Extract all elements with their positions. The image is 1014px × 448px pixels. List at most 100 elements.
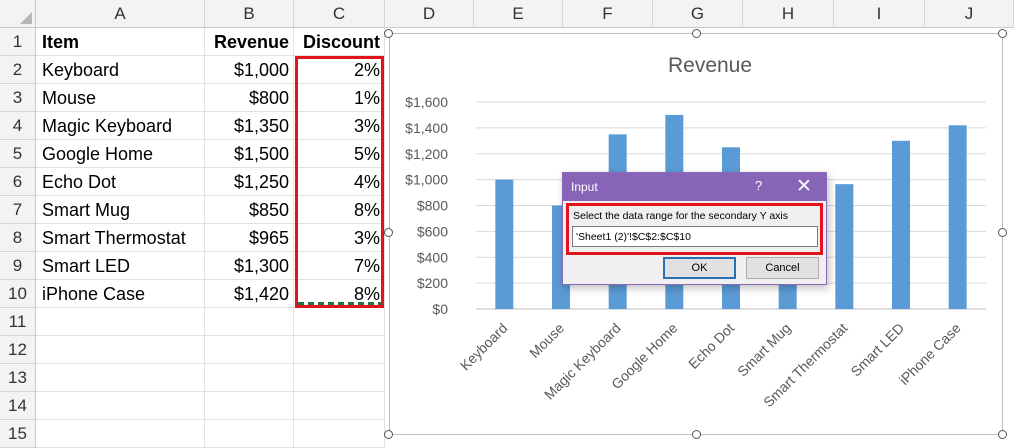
y-tick-label: $1,200: [405, 146, 448, 162]
row-header-14[interactable]: 14: [0, 392, 36, 420]
cell-discount[interactable]: 3%: [294, 224, 385, 252]
cell-item[interactable]: Echo Dot: [36, 168, 205, 196]
row-header-5[interactable]: 5: [0, 140, 36, 168]
row-header-12[interactable]: 12: [0, 336, 36, 364]
row-header-10[interactable]: 10: [0, 280, 36, 308]
resize-handle-top[interactable]: [692, 29, 701, 38]
row-header-3[interactable]: 3: [0, 84, 36, 112]
row-header-4[interactable]: 4: [0, 112, 36, 140]
header-item[interactable]: Item: [36, 28, 205, 56]
cell-item[interactable]: Smart LED: [36, 252, 205, 280]
corner-triangle-icon: [20, 12, 32, 24]
resize-handle-top-left[interactable]: [384, 29, 393, 38]
cancel-button[interactable]: Cancel: [746, 257, 819, 279]
cell-revenue[interactable]: $800: [205, 84, 294, 112]
empty-cell[interactable]: [294, 364, 385, 392]
empty-cell[interactable]: [205, 336, 294, 364]
cell-revenue[interactable]: $1,350: [205, 112, 294, 140]
cell-revenue[interactable]: $850: [205, 196, 294, 224]
chart-title: Revenue: [668, 54, 752, 77]
cell-discount[interactable]: 1%: [294, 84, 385, 112]
empty-cell[interactable]: [205, 364, 294, 392]
y-tick-label: $0: [432, 301, 448, 317]
x-tick-label: Mouse: [526, 320, 567, 361]
cell-item[interactable]: iPhone Case: [36, 280, 205, 308]
empty-cell[interactable]: [36, 392, 205, 420]
cell-item[interactable]: Magic Keyboard: [36, 112, 205, 140]
empty-cell[interactable]: [205, 308, 294, 336]
row-header-8[interactable]: 8: [0, 224, 36, 252]
column-header-d[interactable]: D: [385, 0, 474, 28]
cell-revenue[interactable]: $1,000: [205, 56, 294, 84]
header-discount[interactable]: Discount: [294, 28, 385, 56]
cell-revenue[interactable]: $1,420: [205, 280, 294, 308]
cell-revenue[interactable]: $1,250: [205, 168, 294, 196]
select-all-corner[interactable]: [0, 0, 36, 28]
cell-discount[interactable]: 5%: [294, 140, 385, 168]
cell-discount[interactable]: 7%: [294, 252, 385, 280]
help-icon[interactable]: ?: [755, 178, 762, 193]
range-input[interactable]: [572, 226, 818, 247]
x-tick-label: iPhone Case: [896, 320, 964, 388]
resize-handle-top-right[interactable]: [998, 29, 1007, 38]
resize-handle-left[interactable]: [384, 228, 393, 237]
x-tick-label: Smart LED: [847, 320, 907, 380]
cell-item[interactable]: Smart Mug: [36, 196, 205, 224]
column-header-h[interactable]: H: [743, 0, 834, 28]
close-icon[interactable]: ✕: [796, 175, 812, 198]
column-header-j[interactable]: J: [925, 0, 1014, 28]
cell-discount[interactable]: 2%: [294, 56, 385, 84]
row-header-9[interactable]: 9: [0, 252, 36, 280]
bar-keyboard[interactable]: [495, 179, 514, 309]
empty-cell[interactable]: [294, 308, 385, 336]
resize-handle-bottom-right[interactable]: [998, 430, 1007, 439]
dialog-title: Input: [571, 180, 598, 194]
bar-smart-led[interactable]: [892, 140, 910, 309]
cell-item[interactable]: Keyboard: [36, 56, 205, 84]
cell-revenue[interactable]: $965: [205, 224, 294, 252]
resize-handle-bottom[interactable]: [692, 430, 701, 439]
resize-handle-right[interactable]: [998, 228, 1007, 237]
empty-cell[interactable]: [294, 420, 385, 448]
column-header-e[interactable]: E: [474, 0, 563, 28]
cell-discount[interactable]: 8%: [294, 196, 385, 224]
y-tick-label: $400: [417, 249, 448, 265]
header-revenue[interactable]: Revenue: [205, 28, 294, 56]
column-header-f[interactable]: F: [563, 0, 653, 28]
column-header-b[interactable]: B: [205, 0, 294, 28]
cell-item[interactable]: Google Home: [36, 140, 205, 168]
empty-cell[interactable]: [205, 392, 294, 420]
row-header-13[interactable]: 13: [0, 364, 36, 392]
resize-handle-bottom-left[interactable]: [384, 430, 393, 439]
empty-cell[interactable]: [294, 392, 385, 420]
bar-iphone-case[interactable]: [948, 125, 967, 309]
row-header-2[interactable]: 2: [0, 56, 36, 84]
row-header-11[interactable]: 11: [0, 308, 36, 336]
empty-cell[interactable]: [36, 308, 205, 336]
empty-cell[interactable]: [294, 336, 385, 364]
column-header-g[interactable]: G: [653, 0, 743, 28]
row-header-1[interactable]: 1: [0, 28, 36, 56]
cell-item[interactable]: Smart Thermostat: [36, 224, 205, 252]
empty-cell[interactable]: [36, 336, 205, 364]
x-tick-label: Smart Mug: [734, 320, 794, 380]
row-header-7[interactable]: 7: [0, 196, 36, 224]
row-header-15[interactable]: 15: [0, 420, 36, 448]
column-header-i[interactable]: I: [834, 0, 925, 28]
x-tick-label: Keyboard: [457, 320, 511, 374]
dialog-titlebar[interactable]: Input ? ✕: [563, 173, 826, 201]
cell-discount[interactable]: 4%: [294, 168, 385, 196]
row-header-6[interactable]: 6: [0, 168, 36, 196]
cell-revenue[interactable]: $1,300: [205, 252, 294, 280]
empty-cell[interactable]: [36, 420, 205, 448]
bar-smart-thermostat[interactable]: [835, 184, 854, 309]
column-header-c[interactable]: C: [294, 0, 385, 28]
dialog-prompt: Select the data range for the secondary …: [573, 210, 788, 222]
cell-revenue[interactable]: $1,500: [205, 140, 294, 168]
empty-cell[interactable]: [205, 420, 294, 448]
ok-button[interactable]: OK: [663, 257, 736, 279]
cell-item[interactable]: Mouse: [36, 84, 205, 112]
column-header-a[interactable]: A: [36, 0, 205, 28]
cell-discount[interactable]: 3%: [294, 112, 385, 140]
empty-cell[interactable]: [36, 364, 205, 392]
